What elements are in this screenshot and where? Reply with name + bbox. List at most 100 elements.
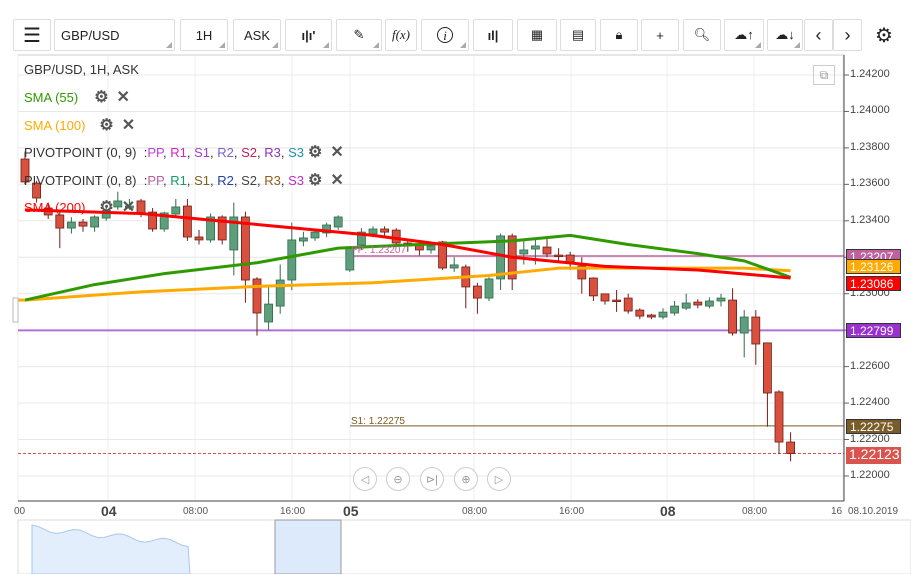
candle-body xyxy=(786,441,795,454)
candle-body xyxy=(310,231,320,239)
candle-body xyxy=(623,297,633,312)
left-resize-handle xyxy=(12,297,19,323)
candle-body xyxy=(554,254,563,257)
legend-title: GBP/USD, 1H, ASK xyxy=(24,62,139,77)
legend-sma200: SMA (200) ⚙ ✕ xyxy=(24,197,135,217)
close-icon[interactable]: ✕ xyxy=(330,170,343,190)
legend-pivot1: PIVOTPOINT (0, 9) : PP, R1, S1, R2, S2, … xyxy=(24,142,344,162)
candle-body xyxy=(171,206,181,215)
candle-body xyxy=(67,221,76,229)
candle-body xyxy=(264,303,274,323)
candle-body xyxy=(298,237,308,242)
pivot1-items: PP, R1, S1, R2, S2, R3, S3 xyxy=(147,145,304,160)
navigator-selection xyxy=(274,519,342,574)
separator: , xyxy=(186,144,195,160)
candle-body xyxy=(449,264,459,269)
candle-body xyxy=(763,342,772,394)
candle-body xyxy=(705,300,714,307)
candle-body xyxy=(542,246,552,255)
pivot-item-label: PP xyxy=(147,172,163,188)
separator: , xyxy=(233,144,242,160)
separator: , xyxy=(280,144,289,160)
y-tick-label: 1.22400 xyxy=(850,396,890,409)
y-tick-label: 1.24000 xyxy=(850,104,890,117)
candle-body xyxy=(519,249,529,255)
close-icon[interactable]: ✕ xyxy=(122,115,135,135)
candle-body xyxy=(739,316,749,334)
candle-body xyxy=(275,279,285,307)
sma100-label[interactable]: SMA (100) xyxy=(24,118,85,133)
gear-icon[interactable]: ⚙ xyxy=(99,115,113,135)
y-tick-label: 1.23400 xyxy=(850,213,890,226)
candle-body xyxy=(751,316,761,345)
x-tick-label: 00 xyxy=(14,506,26,517)
separator: , xyxy=(233,172,242,188)
fit-icon: ⊳| xyxy=(425,473,439,486)
pivot-item-label: PP xyxy=(147,144,163,160)
pivot1-label[interactable]: PIVOTPOINT (0, 9) xyxy=(24,145,136,160)
candle-body xyxy=(681,302,691,309)
x-tick-label: 08:00 xyxy=(183,506,209,517)
y-tick-label: 1.22600 xyxy=(850,359,890,372)
pivot-item-label: S3 xyxy=(288,172,304,188)
candle-body xyxy=(426,245,436,251)
x-tick-label: 04 xyxy=(101,503,117,519)
pivot-item-label: R2 xyxy=(217,172,234,188)
candle-body xyxy=(90,216,99,228)
legend-sma100: SMA (100) ⚙ ✕ xyxy=(24,115,135,135)
scroll-right-button[interactable]: ▷ xyxy=(487,467,511,491)
sma100-price-badge: 1.23126 xyxy=(846,258,901,274)
candle-body xyxy=(658,311,668,318)
sma200-label[interactable]: SMA (200) xyxy=(24,200,85,215)
sma55-label[interactable]: SMA (55) xyxy=(24,90,78,105)
legend-pivot2: PIVOTPOINT (0, 8) : PP, R1, S1, R2, S2, … xyxy=(24,170,344,190)
zoom-in-button[interactable]: ⊕ xyxy=(454,467,478,491)
pivot-item-label: R1 xyxy=(170,144,187,160)
x-tick-label: 05 xyxy=(343,503,359,519)
gear-icon[interactable]: ⚙ xyxy=(308,142,322,162)
fullscreen-button[interactable]: ⧉ xyxy=(813,65,835,85)
candle-up xyxy=(206,213,216,243)
pivot2-items: PP, R1, S1, R2, S2, R3, S3 xyxy=(147,173,304,188)
close-icon[interactable]: ✕ xyxy=(330,142,343,162)
candle-body xyxy=(670,305,679,314)
candle-body xyxy=(774,391,784,443)
gear-icon[interactable]: ⚙ xyxy=(308,170,322,190)
y-tick-label: 1.24200 xyxy=(850,68,890,80)
candle-body xyxy=(728,299,737,334)
gear-icon[interactable]: ⚙ xyxy=(99,197,113,217)
zoom-out-button[interactable]: ⊖ xyxy=(386,467,410,491)
pivot2-label[interactable]: PIVOTPOINT (0, 8) xyxy=(24,173,136,188)
pivot-item-label: R2 xyxy=(217,144,234,160)
fit-button[interactable]: ⊳| xyxy=(420,467,444,491)
close-icon[interactable]: ✕ xyxy=(117,87,130,107)
gear-icon[interactable]: ⚙ xyxy=(94,87,108,107)
candle-body xyxy=(252,278,262,314)
y-tick-label: 1.23600 xyxy=(850,177,890,190)
candle-body xyxy=(333,216,343,228)
candle-up xyxy=(484,277,494,301)
x-tick-label: 16:00 xyxy=(280,506,306,517)
candle-body xyxy=(484,278,494,299)
scroll-left-button[interactable]: ◁ xyxy=(353,467,377,491)
y-tick-label: 1.22000 xyxy=(850,468,890,481)
candle-body xyxy=(531,245,540,250)
y-tick-label: 1.23800 xyxy=(850,140,890,153)
candle-body xyxy=(472,285,482,299)
zoom-out-icon: ⊖ xyxy=(393,473,403,486)
close-icon[interactable]: ✕ xyxy=(122,197,135,217)
candle-body xyxy=(600,293,610,302)
candle-body xyxy=(716,297,726,302)
pp-level-label: PP: 1.23207 xyxy=(351,245,407,256)
candle-body xyxy=(78,221,88,227)
purple-price-badge: 1.22799 xyxy=(846,323,901,339)
pivot-item-label: S3 xyxy=(288,144,304,160)
candle-body xyxy=(612,299,621,302)
pivot-item-label: R3 xyxy=(264,144,281,160)
pivot-item-label: S1 xyxy=(194,144,210,160)
pivot-item-label: S2 xyxy=(241,144,257,160)
candle-body xyxy=(635,309,645,317)
candle-body xyxy=(565,254,575,263)
price-chart[interactable] xyxy=(0,0,911,574)
candle-body xyxy=(194,236,204,241)
